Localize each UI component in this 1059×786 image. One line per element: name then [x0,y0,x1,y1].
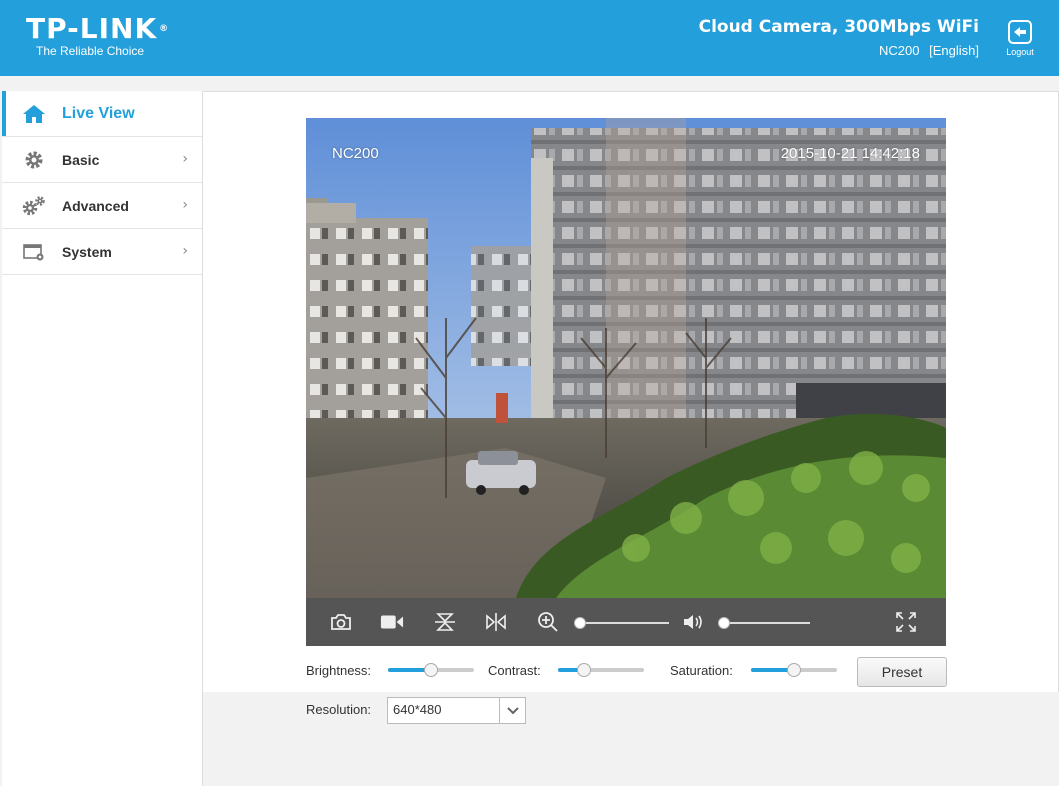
sidebar-empty-area [2,276,202,786]
home-icon [20,104,48,124]
resolution-value: 640*480 [393,702,442,717]
saturation-slider[interactable] [751,659,837,683]
camera-icon[interactable] [329,610,353,634]
saturation-slider-handle[interactable] [787,663,801,677]
product-title: Cloud Camera, 300Mbps WiFi [698,17,979,37]
sidebar: Live View Basic › Advanced › System › [2,91,203,786]
sidebar-item-label: Basic [62,151,100,168]
sidebar-item-live-view[interactable]: Live View [2,91,202,137]
contrast-slider-handle[interactable] [577,663,591,677]
sidebar-item-basic[interactable]: Basic › [2,137,202,183]
sidebar-item-advanced[interactable]: Advanced › [2,183,202,229]
trademark-mark: ® [159,24,170,34]
language-selector[interactable]: [English] [929,43,979,58]
zoom-in-icon[interactable] [536,610,560,634]
logout-button[interactable]: Logout [1001,19,1039,57]
contrast-label: Contrast: [488,663,541,678]
chevron-right-icon: › [182,243,188,259]
resolution-label: Resolution: [306,702,372,717]
zoom-slider-handle[interactable] [574,617,586,629]
preset-button[interactable]: Preset [857,657,947,687]
logout-icon [1008,20,1032,44]
brightness-label: Brightness: [306,663,372,678]
model-language-line: NC200 [English] [873,43,979,58]
gear-icon [20,150,48,170]
brand-tagline: The Reliable Choice [36,44,145,58]
zoom-slider[interactable] [579,622,669,624]
volume-slider[interactable] [724,622,810,624]
sidebar-item-label: Live View [62,104,135,122]
sidebar-item-system[interactable]: System › [2,229,202,275]
live-video-feed[interactable]: NC200 2015-10-21 14:42:18 [306,118,946,598]
video-control-bar [306,598,946,646]
gears-icon [20,195,48,216]
brightness-slider-handle[interactable] [424,663,438,677]
resolution-select[interactable]: 640*480 [387,697,526,724]
chevron-right-icon: › [182,197,188,213]
sidebar-item-label: Advanced [62,197,129,214]
sidebar-item-label: System [62,243,112,260]
window-gear-icon [20,242,48,262]
tp-link-logo[interactable]: TP-LINK ® The Reliable Choice [26,12,170,59]
brightness-slider[interactable] [388,659,474,683]
osd-timestamp: 2015-10-21 14:42:18 [780,145,920,162]
fullscreen-icon[interactable] [894,610,918,634]
volume-icon[interactable] [682,610,706,634]
chevron-down-icon[interactable] [499,698,525,723]
flip-vertical-icon[interactable] [433,610,457,634]
model-name: NC200 [879,43,920,58]
osd-camera-name: NC200 [332,145,379,162]
chevron-right-icon: › [182,151,188,167]
volume-slider-handle[interactable] [718,617,730,629]
camera-scene-image [306,118,946,598]
logout-label: Logout [1006,47,1034,57]
video-record-icon[interactable] [380,610,404,634]
mirror-icon[interactable] [484,610,508,634]
header-bar: TP-LINK ® The Reliable Choice Cloud Camer… [0,0,1059,76]
brand-name: TP-LINK [26,12,158,45]
saturation-label: Saturation: [670,663,733,678]
contrast-slider[interactable] [558,659,644,683]
